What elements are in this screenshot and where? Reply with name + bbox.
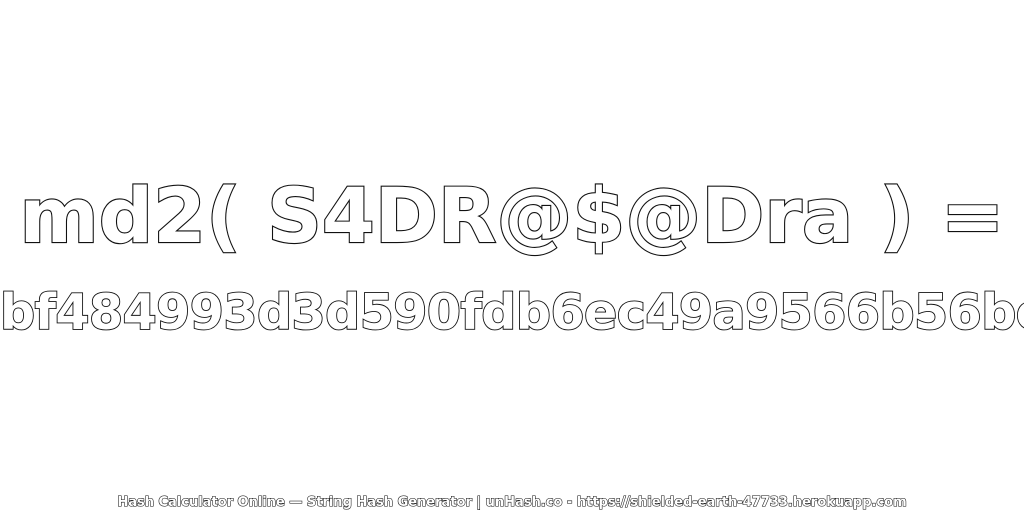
hash-value-text: bf484993d3d590fdb6ec49a9566b56bc xyxy=(0,283,1024,342)
hash-image-canvas: md2( S4DR@$@Dra ) = bf484993d3d590fdb6ec… xyxy=(0,0,1024,512)
footer-credit-text: Hash Calculator Online — String Hash Gen… xyxy=(117,494,907,510)
hash-expression-headline: md2( S4DR@$@Dra ) = xyxy=(18,170,1005,261)
